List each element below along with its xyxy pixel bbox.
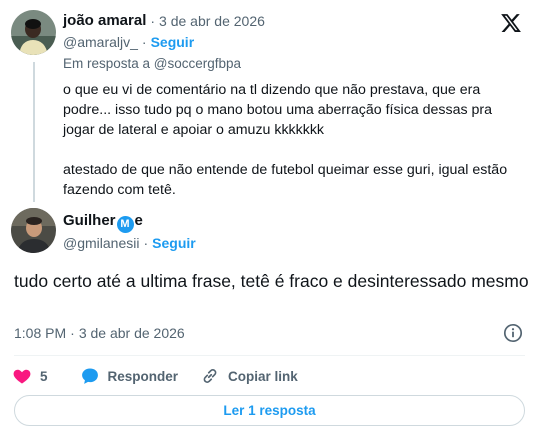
like-button[interactable]: 5 xyxy=(12,366,48,386)
dot-separator: · xyxy=(70,325,75,341)
main-tweet-date[interactable]: 3 de abr de 2026 xyxy=(79,325,185,341)
heart-icon xyxy=(13,369,31,384)
like-count: 5 xyxy=(40,368,48,384)
dot-separator: · xyxy=(143,235,149,251)
thread-connector-line xyxy=(33,62,35,202)
copy-link-button[interactable]: Copiar link xyxy=(200,366,298,386)
m-badge-icon: M xyxy=(116,215,134,233)
main-author-name-start: Guilher xyxy=(63,212,116,229)
link-icon xyxy=(203,369,217,383)
reply-to-line: Em resposta a @soccergfbpa xyxy=(63,56,241,71)
parent-timestamp[interactable]: 3 de abr de 2026 xyxy=(159,13,265,29)
parent-paragraph-1: o que eu vi de comentário na tl dizendo … xyxy=(63,82,493,138)
parent-paragraph-2: atestado de que não entende de futebol q… xyxy=(63,162,508,198)
reply-bubble-icon xyxy=(81,368,98,384)
reply-label: Responder xyxy=(107,368,179,384)
reply-button[interactable]: Responder xyxy=(80,366,179,386)
action-bar: 5 Responder Copiar link xyxy=(12,365,320,387)
parent-author-name[interactable]: joão amaral xyxy=(63,12,146,29)
divider xyxy=(14,355,525,356)
main-tweet-meta: 1:08 PM · 3 de abr de 2026 xyxy=(14,325,185,341)
reply-to-handle-link[interactable]: @soccergfbpa xyxy=(154,56,241,71)
parent-handle[interactable]: @amaraljv_ xyxy=(63,34,138,50)
read-replies-button[interactable]: Ler 1 resposta xyxy=(14,395,525,426)
x-logo-icon[interactable] xyxy=(500,12,522,34)
copy-link-label: Copiar link xyxy=(228,368,298,384)
main-author-name[interactable]: Guilher Me xyxy=(63,212,143,233)
main-avatar[interactable] xyxy=(11,208,56,253)
main-tweet-text: tudo certo até a ultima frase, tetê é fr… xyxy=(14,271,529,291)
main-author-name-end: e xyxy=(134,212,143,229)
main-follow-button[interactable]: Seguir xyxy=(152,235,196,251)
info-icon[interactable] xyxy=(503,323,523,343)
parent-follow-button[interactable]: Seguir xyxy=(151,34,195,50)
main-handle[interactable]: @gmilanesii xyxy=(63,235,139,251)
dot-separator: · xyxy=(141,34,147,50)
dot-separator: · xyxy=(150,12,156,29)
parent-tweet-text: o que eu vi de comentário na tl dizendo … xyxy=(63,80,513,200)
main-tweet-time[interactable]: 1:08 PM xyxy=(14,325,66,341)
parent-avatar[interactable] xyxy=(11,10,56,55)
reply-to-prefix: Em resposta a xyxy=(63,56,154,71)
